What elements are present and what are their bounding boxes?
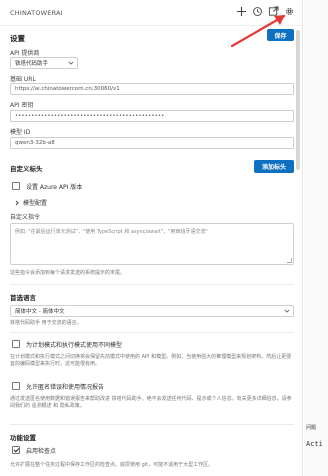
checkpoints-checkbox[interactable] [12,446,20,454]
custom-headers-heading: 自定义标头 [10,165,43,173]
model-id-input[interactable]: qwen3-32b-a8 [10,137,294,149]
preferred-language-select[interactable]: 简体中文 - 简体中文 [10,305,294,317]
divider [10,332,294,333]
gear-icon[interactable] [284,6,295,17]
plan-act-separate-models-label: 为计划模式和执行模式使用不同模型 [26,342,123,349]
chevron-down-icon [284,309,290,313]
custom-instructions-label: 自定义指令 [10,214,41,221]
divider [10,284,294,285]
preferred-language-value: 简体中文 - 简体中文 [15,309,65,315]
api-key-input[interactable]: ••••••••••••••••••••••••••••••••••••••••… [10,110,294,122]
save-button[interactable]: 保存 [267,29,294,41]
api-provider-value: 铁塔代码助手 [15,61,49,67]
history-icon[interactable] [252,6,263,17]
features-heading: 功能设置 [10,434,36,442]
add-header-button[interactable]: 添加标头 [254,160,294,173]
preferred-language-heading: 首选语言 [10,294,36,302]
base-url-input[interactable]: https://ai.chinatowercom.cn:30060/v1 [10,83,294,95]
chevron-down-icon [68,61,74,65]
model-config-label: 模型配置 [23,200,48,207]
plan-act-help: 在计划模式和执行模式之间切换将会保留先前模式中使用的 API 和模型。例如，当使… [10,354,292,367]
telemetry-checkbox[interactable] [12,382,20,390]
api-provider-select[interactable]: 铁塔代码助手 [10,57,78,69]
azure-api-version-label: 设置 Azure API 版本 [26,184,83,191]
divider [10,424,294,425]
api-provider-label: API 提供商 [10,50,40,57]
preferred-language-help: 铁塔代码助手 用于交流的语言。 [10,320,82,326]
view-title: CHINATOWERAI [10,8,63,17]
model-id-label: 模型 ID [10,129,31,136]
checkpoints-help: 允许扩展在整个任务过程中保存工作区的检查点。底层使用 git，可能不适用于大型工… [10,462,214,468]
custom-instructions-help: 这些指令会添加到每个请求发送的系统提示的末尾。 [10,270,126,276]
scrollbar[interactable] [296,30,300,170]
checkpoints-label: 启用检查点 [26,448,57,455]
azure-api-version-checkbox[interactable] [12,182,20,190]
plus-icon[interactable] [236,6,247,17]
resize-handle[interactable] [287,258,292,263]
telemetry-help: 通过发送匿名使用数据和错误报告来帮助改进 铁塔代码助手。绝不会发送任何代码、提示… [10,396,292,409]
editor-edge: 问题 Acti [304,0,328,476]
action-label: Acti [306,440,323,448]
problems-label: 问题 [306,425,317,431]
chevron-right-icon [15,200,19,205]
view-titlebar: CHINATOWERAI [0,0,303,26]
settings-panel: CHINATOWERAI 设置 保存 API 提供商 铁塔代码助手 基础 URL… [0,0,303,476]
open-editor-icon[interactable] [268,6,279,17]
titlebar-actions [236,6,295,17]
custom-instructions-textarea[interactable]: 例如: "在最后运行单元测试"，"使用 TypeScript 和 async/a… [10,223,294,265]
base-url-label: 基础 URL [10,76,36,83]
settings-heading: 设置 [10,34,25,43]
plan-act-separate-models-checkbox[interactable] [12,340,20,348]
telemetry-label: 允许匿名错误和使用情况报告 [26,384,105,391]
api-key-label: API 密钥 [10,102,34,109]
custom-instructions-placeholder: 例如: "在最后运行单元测试"，"使用 TypeScript 和 async/a… [15,229,208,235]
model-config-expander[interactable]: 模型配置 [14,198,47,207]
